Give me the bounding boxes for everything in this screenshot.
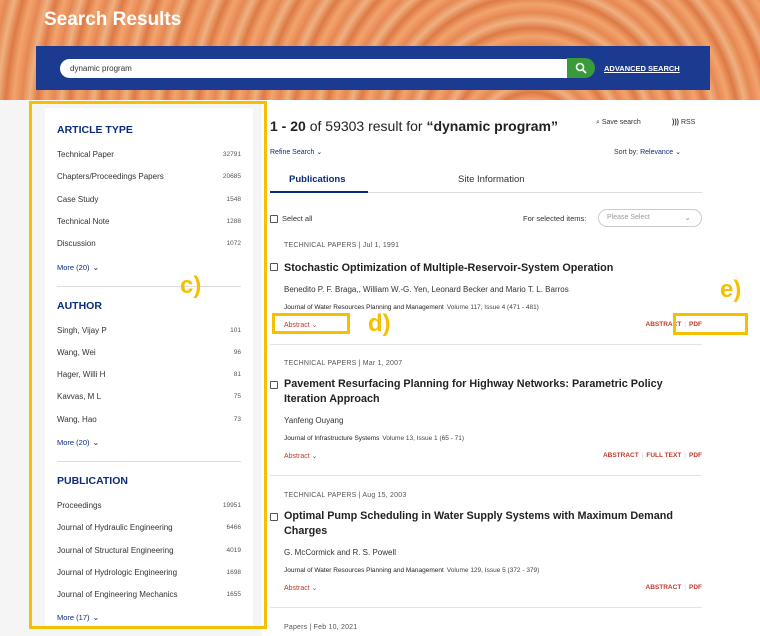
rss-link[interactable]: ))) RSS — [672, 119, 695, 126]
header-banner: Search Results dynamic program ADVANCED … — [0, 0, 760, 100]
checkbox[interactable] — [270, 215, 278, 224]
result-links: ABSTRACT | PDF — [645, 584, 702, 591]
search-input[interactable]: dynamic program — [60, 59, 569, 78]
tab-publications[interactable]: Publications — [289, 174, 345, 185]
for-selected-label: For selected items: — [523, 214, 587, 223]
result-checkbox[interactable] — [270, 381, 278, 389]
refine-search-toggle[interactable]: Refine Search ⌄ — [270, 148, 322, 156]
results-tabs: Publications Site Information — [270, 167, 702, 193]
result-count: 1 - 20 of 59303 result for “dynamic prog… — [270, 118, 558, 134]
chevron-down-icon: ⌄ — [675, 149, 681, 156]
annotation-label-e: e) — [720, 276, 742, 303]
annotation-box-d — [272, 313, 350, 334]
annotation-box-e — [673, 313, 748, 335]
result-journal: Journal of Infrastructure Systems Volume … — [284, 435, 465, 442]
tab-site-information[interactable]: Site Information — [458, 174, 525, 185]
pdf-link[interactable]: PDF — [689, 584, 702, 591]
result-title[interactable]: Stochastic Optimization of Multiple-Rese… — [284, 261, 702, 276]
full-text-link[interactable]: FULL TEXT — [646, 452, 681, 459]
chevron-down-icon: ⌄ — [316, 149, 323, 156]
result-meta: Papers | Feb 10, 2021 — [284, 624, 358, 631]
result-authors: Yanfeng Ouyang — [284, 416, 344, 425]
bulk-action-select[interactable]: Please Select ⌄ — [598, 209, 702, 227]
result-checkbox[interactable] — [270, 263, 278, 271]
search-icon — [575, 62, 587, 74]
results-panel: 1 - 20 of 59303 result for “dynamic prog… — [262, 100, 760, 636]
result-authors: Benedito P. F. Braga,, William W.-G. Yen… — [284, 285, 569, 294]
abstract-toggle[interactable]: Abstract ⌄ — [284, 452, 318, 460]
divider — [270, 344, 702, 345]
abstract-toggle[interactable]: Abstract ⌄ — [284, 584, 318, 592]
search-bar: dynamic program ADVANCED SEARCH — [36, 46, 710, 90]
result-checkbox[interactable] — [270, 513, 278, 521]
annotation-box-c — [29, 101, 267, 629]
divider — [270, 607, 702, 608]
result-title[interactable]: Optimal Pump Scheduling in Water Supply … — [284, 509, 702, 539]
annotation-label-c: c) — [180, 272, 202, 299]
search-button[interactable] — [567, 58, 595, 78]
search-plus-icon: ⌕ — [596, 119, 600, 126]
divider — [270, 475, 702, 476]
abstract-link[interactable]: ABSTRACT — [646, 584, 682, 591]
result-meta: TECHNICAL PAPERS | Aug 15, 2003 — [284, 492, 407, 499]
abstract-link[interactable]: ABSTRACT — [603, 452, 639, 459]
chevron-down-icon: ⌄ — [311, 453, 318, 460]
save-search-button[interactable]: ⌕ Save search — [596, 119, 641, 127]
annotation-label-d: d) — [368, 310, 391, 337]
active-tab-indicator — [270, 191, 368, 193]
result-journal: Journal of Water Resources Planning and … — [284, 304, 539, 311]
result-links: ABSTRACT | FULL TEXT | PDF — [602, 452, 702, 459]
result-meta: TECHNICAL PAPERS | Mar 1, 2007 — [284, 360, 403, 367]
sort-select[interactable]: Sort by: Relevance ⌄ — [614, 148, 681, 156]
result-journal: Journal of Water Resources Planning and … — [284, 567, 540, 574]
page-title: Search Results — [44, 9, 182, 30]
result-meta: TECHNICAL PAPERS | Jul 1, 1991 — [284, 242, 400, 249]
chevron-down-icon: ⌄ — [684, 213, 691, 222]
pdf-link[interactable]: PDF — [689, 452, 702, 459]
rss-icon: ))) — [672, 119, 679, 126]
result-authors: G. McCormick and R. S. Powell — [284, 548, 397, 557]
advanced-search-link[interactable]: ADVANCED SEARCH — [604, 64, 680, 73]
select-all-checkbox[interactable]: Select all — [270, 214, 312, 224]
result-title[interactable]: Pavement Resurfacing Planning for Highwa… — [284, 377, 702, 407]
chevron-down-icon: ⌄ — [311, 585, 318, 592]
